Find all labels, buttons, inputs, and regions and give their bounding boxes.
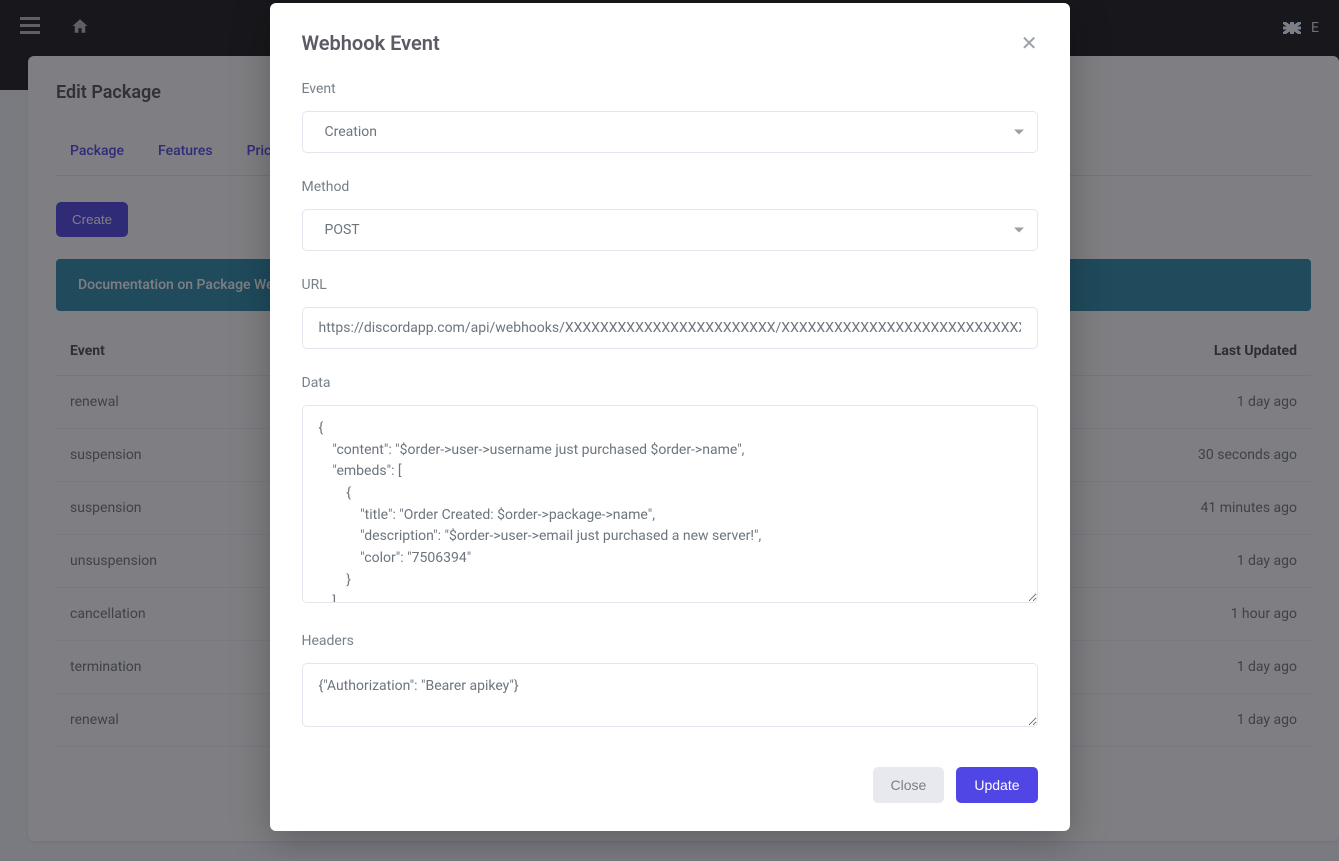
data-label: Data xyxy=(302,375,1038,391)
headers-textarea[interactable] xyxy=(302,663,1038,727)
close-button[interactable]: Close xyxy=(873,767,945,803)
method-select[interactable]: POST xyxy=(302,209,1038,251)
webhook-event-modal: Webhook Event ✕ Event Creation Method PO… xyxy=(270,3,1070,831)
data-textarea[interactable] xyxy=(302,405,1038,603)
headers-label: Headers xyxy=(302,633,1038,649)
modal-title: Webhook Event xyxy=(302,31,440,55)
url-input[interactable] xyxy=(302,307,1038,349)
update-button[interactable]: Update xyxy=(956,767,1037,803)
event-select[interactable]: Creation xyxy=(302,111,1038,153)
close-icon[interactable]: ✕ xyxy=(1021,33,1038,53)
url-label: URL xyxy=(302,277,1038,293)
method-label: Method xyxy=(302,179,1038,195)
event-label: Event xyxy=(302,81,1038,97)
